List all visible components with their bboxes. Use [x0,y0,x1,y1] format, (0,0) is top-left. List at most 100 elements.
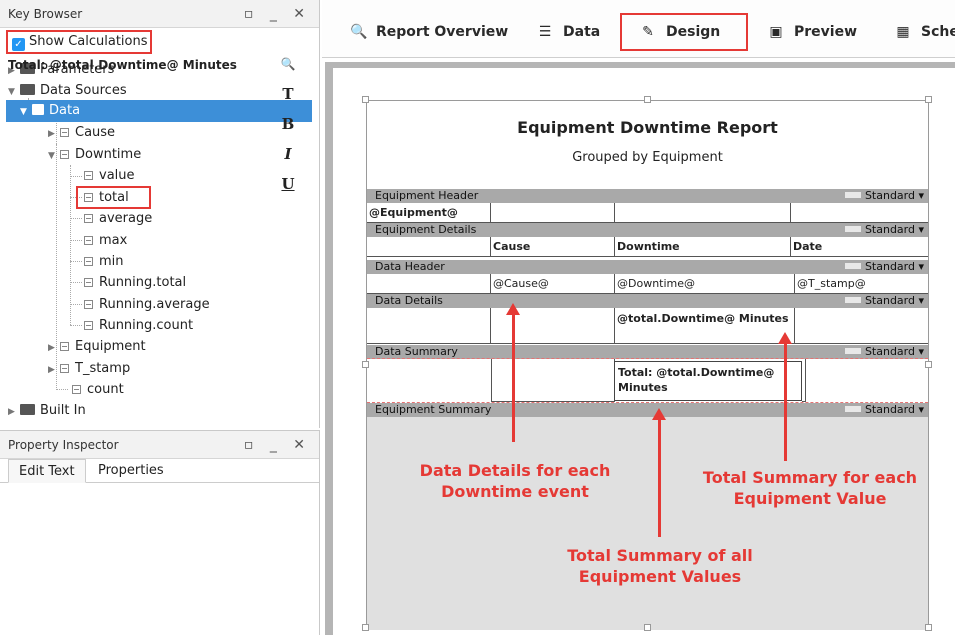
resize-handle[interactable] [644,96,651,103]
field-icon [84,257,93,266]
tab-edit-text[interactable]: Edit Text [8,459,86,483]
database-icon: ☰ [538,24,552,40]
tree-item-min[interactable]: min [84,251,124,272]
folder-icon [20,404,35,415]
field-icon [72,385,81,394]
image-preview-icon: ▣ [769,24,783,40]
expand-arrow-icon[interactable]: ▶ [48,360,60,381]
annotation-total-summary-all: Total Summary of all Equipment Values [567,546,753,586]
field-icon [60,342,69,351]
underline-button[interactable]: U [276,172,300,196]
band-equipment-header[interactable]: Equipment Header Standard ▾ [367,189,928,203]
tree-guide [70,240,82,241]
empty-cell[interactable] [491,359,615,402]
tstamp-cell[interactable]: @T_stamp@ [795,274,928,294]
text-tools: 🔍 T B I U [276,52,300,202]
band-style-dropdown[interactable]: Standard ▾ [845,294,924,308]
field-icon [84,278,93,287]
calendar-icon: ▦ [896,24,910,40]
resize-handle[interactable] [644,624,651,631]
band-data-header[interactable]: Data Header Standard ▾ [367,260,928,274]
band-style-dropdown[interactable]: Standard ▾ [845,189,924,203]
report-subtitle[interactable]: Grouped by Equipment [366,150,929,165]
design-highlight-box [620,13,748,51]
empty-cell[interactable] [491,203,615,223]
empty-cell[interactable] [367,308,491,344]
tree-item-built-in[interactable]: ▶ Built In [8,400,86,421]
tree-item-running-count[interactable]: Running.count [84,315,193,336]
band-data-summary[interactable]: Data Summary Standard ▾ [367,345,928,359]
total-summary-textbox[interactable]: Total: @total.Downtime@ Minutes [614,361,802,401]
date-header-cell[interactable]: Date [791,237,928,257]
field-icon [84,321,93,330]
tree-item-t-stamp[interactable]: ▶ T_stamp [48,358,130,379]
band-equipment-summary[interactable]: Equipment Summary Standard ▾ [367,403,928,417]
show-calculations-checkbox[interactable]: ✓ Show Calculations [6,30,152,54]
expand-arrow-icon[interactable]: ▶ [48,338,60,359]
tree-guide [70,218,82,219]
report-overview-icon: 🔍 [350,24,368,40]
empty-cell[interactable] [795,308,928,344]
tree-item-equipment[interactable]: ▶ Equipment [48,336,146,357]
annotation-total-summary-each: Total Summary for each Equipment Value [702,468,918,508]
resize-handle[interactable] [925,624,932,631]
tree-item-max[interactable]: max [84,230,127,251]
annotation-arrow [512,314,515,442]
text-type-icon[interactable]: T [276,82,300,106]
cause-cell[interactable]: @Cause@ [491,274,615,294]
canvas-border [325,62,955,68]
resize-handle[interactable] [362,96,369,103]
canvas-border [325,62,333,635]
property-inspector-window-controls[interactable]: ▫ _ ✕ [244,431,311,459]
report-title[interactable]: Equipment Downtime Report [366,118,929,137]
empty-cell[interactable] [367,274,491,294]
bold-button[interactable]: B [276,112,300,136]
show-calculations-label: Show Calculations [29,34,148,49]
total-downtime-detail-cell[interactable]: @total.Downtime@ Minutes [615,308,795,344]
field-icon [84,300,93,309]
tree-guide [70,304,82,305]
empty-cell[interactable] [615,203,791,223]
tree-guide [70,282,82,283]
band-style-dropdown[interactable]: Standard ▾ [845,345,924,359]
search-icon[interactable]: 🔍 [276,52,300,76]
band-style-dropdown[interactable]: Standard ▾ [845,260,924,274]
field-icon [84,236,93,245]
tab-properties[interactable]: Properties [88,459,174,483]
key-browser-window-controls[interactable]: ▫ _ ✕ [244,0,311,28]
downtime-cell[interactable]: @Downtime@ [615,274,795,294]
band-data-details[interactable]: Data Details Standard ▾ [367,294,928,308]
tree-guide [70,325,82,326]
field-icon [84,214,93,223]
tab-data[interactable]: ☰ Data [537,18,601,46]
tab-schedule[interactable]: ▦ Sche [895,18,955,46]
annotation-arrow [784,343,787,461]
field-icon [60,364,69,373]
band-style-dropdown[interactable]: Standard ▾ [845,403,924,417]
tree-guide [70,261,82,262]
tree-item-running-total[interactable]: Running.total [84,272,186,293]
empty-cell[interactable] [791,203,928,223]
page-empty-area [367,417,928,630]
property-inspector-panel: Property Inspector ▫ _ ✕ Edit Text Prope… [0,430,320,635]
resize-handle[interactable] [362,624,369,631]
cause-header-cell[interactable]: Cause [490,237,615,257]
band-equipment-details[interactable]: Equipment Details Standard ▾ [367,223,928,237]
band-style-dropdown[interactable]: Standard ▾ [845,223,924,237]
annotation-data-details: Data Details for each Downtime event [419,461,611,501]
property-inspector-tabs: Edit Text Properties [0,459,319,483]
expand-arrow-icon[interactable]: ▶ [8,402,20,423]
checkbox-checked-icon[interactable]: ✓ [12,38,25,51]
downtime-header-cell[interactable]: Downtime [615,237,791,257]
tree-item-running-average[interactable]: Running.average [84,294,210,315]
tree-item-count[interactable]: count [72,379,124,400]
italic-button[interactable]: I [276,142,300,166]
tree-item-average[interactable]: average [84,208,152,229]
resize-handle[interactable] [925,96,932,103]
equipment-cell[interactable]: @Equipment@ [367,203,491,223]
tab-preview[interactable]: ▣ Preview [768,18,857,46]
edit-text-area[interactable]: Total: @total.Downtime@ Minutes [6,54,270,204]
tab-report-overview[interactable]: 🔍 Report Overview [350,18,508,46]
tree-guide [56,389,68,390]
empty-cell[interactable] [367,237,491,257]
